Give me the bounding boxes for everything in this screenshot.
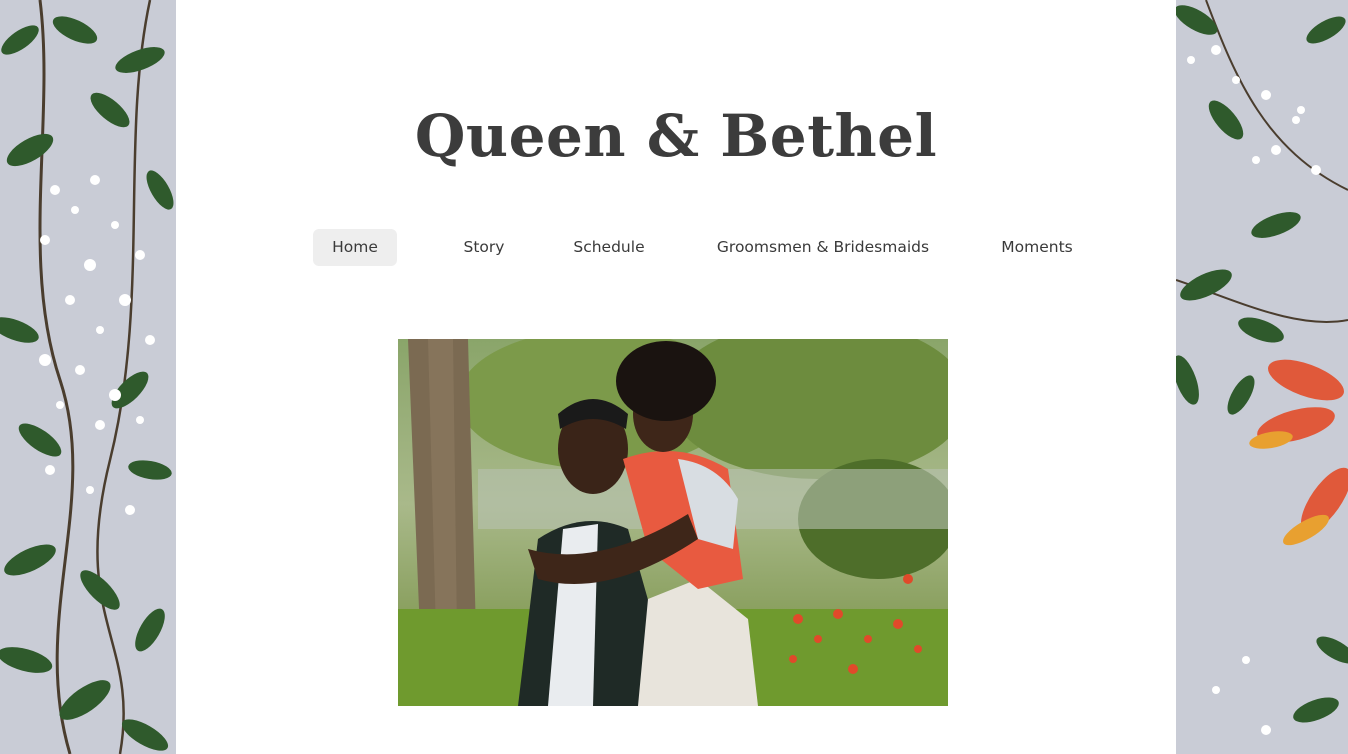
nav-moments[interactable]: Moments [992,229,1082,266]
right-floral-border [1176,0,1348,754]
site-title: Queen & Bethel [414,102,938,170]
floral-decoration-left [0,0,176,754]
couple-photo [398,339,948,706]
nav-story[interactable]: Story [454,229,514,266]
main-content-panel: Queen & Bethel Home Story Schedule Groom… [176,0,1176,754]
nav-schedule[interactable]: Schedule [564,229,654,266]
left-floral-border [0,0,176,754]
nav-home[interactable]: Home [313,229,397,266]
nav-groomsmen-bridesmaids[interactable]: Groomsmen & Bridesmaids [704,229,942,266]
main-navigation: Home Story Schedule Groomsmen & Bridesma… [176,229,1176,267]
floral-decoration-right [1176,0,1348,754]
couple-photo-illustration [398,339,948,706]
